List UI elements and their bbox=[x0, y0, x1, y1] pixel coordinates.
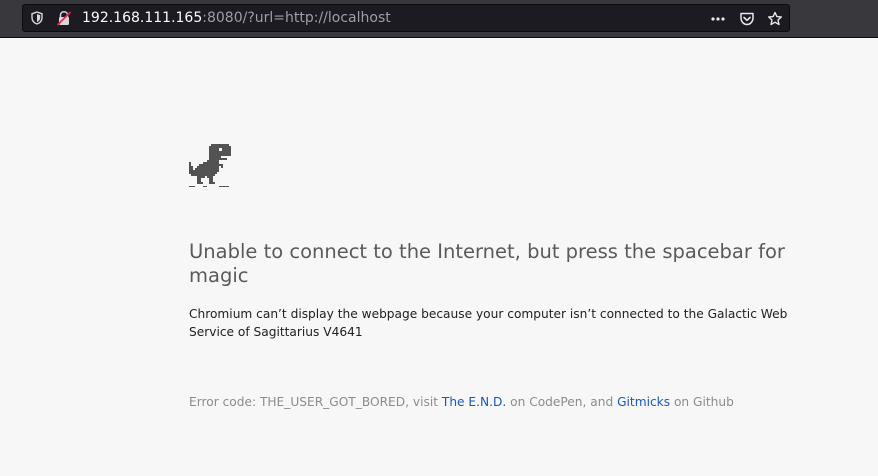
dinosaur-icon[interactable] bbox=[189, 144, 233, 188]
pocket-icon[interactable] bbox=[739, 11, 755, 27]
url-text[interactable]: 192.168.111.165:8080/?url=http://localho… bbox=[82, 10, 391, 27]
footer-middle: on CodePen, and bbox=[506, 395, 618, 409]
error-headline: Unable to connect to the Internet, but p… bbox=[189, 240, 785, 287]
insecure-lock-icon[interactable] bbox=[56, 10, 72, 26]
footer-prefix: Error code: THE_USER_GOT_BORED, visit bbox=[189, 395, 442, 409]
the-end-link[interactable]: The E.N.D. bbox=[442, 395, 506, 409]
url-host: 192.168.111.165 bbox=[82, 10, 203, 26]
more-dots-icon[interactable] bbox=[710, 11, 726, 27]
shield-icon[interactable] bbox=[30, 11, 44, 25]
url-path: :8080/?url=http://localhost bbox=[202, 10, 391, 26]
footer-suffix: on Github bbox=[670, 395, 734, 409]
error-description: Chromium can’t display the webpage becau… bbox=[189, 307, 788, 339]
star-icon[interactable] bbox=[767, 11, 783, 27]
gitmicks-link[interactable]: Gitmicks bbox=[617, 395, 670, 409]
error-code-line: Error code: THE_USER_GOT_BORED, visit Th… bbox=[189, 393, 734, 411]
address-bar[interactable]: 192.168.111.165:8080/?url=http://localho… bbox=[22, 4, 790, 32]
browser-toolbar: 192.168.111.165:8080/?url=http://localho… bbox=[0, 0, 878, 38]
